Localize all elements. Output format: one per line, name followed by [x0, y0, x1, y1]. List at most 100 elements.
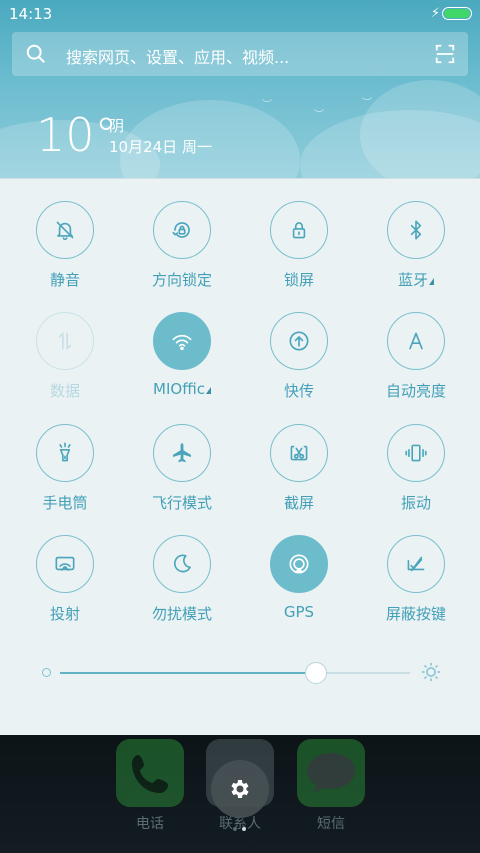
battery-level [444, 9, 470, 18]
brightness-fill [60, 672, 316, 674]
toggle-button[interactable] [270, 312, 328, 370]
cast-icon [55, 556, 75, 571]
toggle-label: 蓝牙 [362, 269, 470, 290]
wifi-icon [172, 334, 192, 351]
toggle-label-text: 投射 [49, 605, 80, 623]
cloud-decoration [360, 80, 480, 180]
toggle-cast[interactable]: 投射 [11, 535, 121, 635]
temperature[interactable]: 10° [36, 108, 118, 162]
toggle-rotation-lock[interactable]: 方向锁定 [128, 201, 238, 301]
moon-icon [174, 554, 191, 573]
toggle-button[interactable] [270, 535, 328, 593]
toggle-label: 飞行模式 [128, 492, 236, 513]
message-app-label: 短信 [317, 816, 345, 832]
brightness-high-icon [421, 662, 441, 682]
toggle-label: 快传 [245, 380, 353, 401]
toggle-label-text: 截屏 [283, 494, 314, 512]
toggle-bluetooth[interactable]: 蓝牙 [362, 201, 472, 301]
toggle-mobile-data[interactable]: 数据 [11, 312, 121, 412]
toggle-vibrate[interactable]: 振动 [362, 424, 472, 524]
toggle-button[interactable] [153, 535, 211, 593]
gear-icon [231, 780, 249, 798]
search-icon [26, 44, 45, 63]
toggle-button[interactable] [36, 535, 94, 593]
quick-settings-panel: 静音 方向锁定 锁屏 蓝牙数据 MIOffic 快传 自动亮度手电筒 飞行模式 截屏 振动投射 勿扰… [0, 178, 480, 735]
bird-decoration: ︶ [314, 110, 324, 121]
bolt-icon: ⚡ [430, 6, 440, 21]
brightness-knob[interactable] [304, 662, 327, 684]
message-app-icon[interactable] [297, 739, 365, 807]
toggle-label: GPS [245, 603, 353, 621]
toggle-label: 静音 [11, 269, 119, 290]
toggle-block-keys[interactable]: 屏蔽按键 [362, 535, 472, 635]
toggle-gps[interactable]: GPS [245, 535, 355, 635]
toggle-auto-brightness[interactable]: 自动亮度 [362, 312, 472, 412]
battery-icon [442, 7, 472, 20]
toggle-label: 手电筒 [11, 492, 119, 513]
block-keys-icon [407, 556, 425, 572]
toggle-button[interactable] [36, 201, 94, 259]
toggle-button[interactable] [36, 424, 94, 482]
toggle-button[interactable] [387, 535, 445, 593]
mobile-data-icon [58, 332, 72, 350]
brightness-low-icon [42, 668, 51, 677]
toggle-label-text: 静音 [49, 271, 80, 289]
screenshot-icon [290, 445, 308, 461]
bluetooth-icon [410, 220, 422, 240]
settings-button[interactable] [211, 760, 269, 818]
toggle-label-text: 快传 [283, 382, 314, 400]
search-placeholder: 搜索网页、设置、应用、视频... [66, 48, 290, 67]
gps-icon [289, 554, 309, 574]
toggle-button[interactable] [387, 312, 445, 370]
toggle-button[interactable] [153, 312, 211, 370]
toggle-label-text: MIOffic [153, 380, 205, 398]
toggle-button[interactable] [270, 424, 328, 482]
phone-app-label: 电话 [136, 816, 164, 832]
toggle-button[interactable] [36, 312, 94, 370]
vibrate-icon [405, 444, 427, 462]
more-options-indicator[interactable] [205, 387, 211, 394]
search-bar[interactable]: 搜索网页、设置、应用、视频... [12, 32, 468, 76]
toggle-button[interactable] [153, 201, 211, 259]
weather-condition: 阴 [109, 117, 125, 135]
toggle-label: 自动亮度 [362, 380, 470, 401]
auto-brightness-icon [409, 332, 423, 350]
rotation-lock-icon [172, 222, 190, 238]
toggle-label-text: 锁屏 [283, 271, 314, 289]
page-indicator [233, 827, 247, 833]
toggle-label: 锁屏 [245, 269, 353, 290]
brightness-track[interactable] [60, 662, 410, 684]
toggle-button[interactable] [153, 424, 211, 482]
toggle-button[interactable] [270, 201, 328, 259]
toggle-label-text: 勿扰模式 [151, 605, 212, 623]
more-options-indicator[interactable] [429, 278, 434, 285]
toggle-airplane[interactable]: 飞行模式 [128, 424, 238, 524]
toggle-button[interactable] [387, 201, 445, 259]
toggle-label-text: 蓝牙 [397, 271, 428, 289]
bird-decoration: ︶ [262, 100, 272, 111]
toggle-label-text: 自动亮度 [385, 382, 446, 400]
toggle-flashlight[interactable]: 手电筒 [11, 424, 121, 524]
toggle-button[interactable] [387, 424, 445, 482]
status-bar: 14:13 ⚡ [0, 0, 480, 28]
toggle-label: 数据 [11, 380, 119, 401]
toggle-wifi[interactable]: MIOffic [128, 312, 238, 412]
brightness-slider[interactable] [40, 657, 441, 687]
status-time: 14:13 [9, 5, 53, 23]
toggle-quick-transfer[interactable]: 快传 [245, 312, 355, 412]
toggle-lock[interactable]: 锁屏 [245, 201, 355, 301]
page-dot-active [242, 827, 246, 831]
quick-transfer-icon [289, 331, 309, 351]
toggle-label-text: 飞行模式 [151, 494, 212, 512]
toggle-moon[interactable]: 勿扰模式 [128, 535, 238, 635]
toggle-label-text: GPS [283, 603, 315, 621]
lock-icon [292, 222, 306, 239]
scan-icon[interactable] [434, 43, 456, 65]
phone-app-icon[interactable] [116, 739, 184, 807]
toggle-screenshot[interactable]: 截屏 [245, 424, 355, 524]
toggle-mute-bell[interactable]: 静音 [11, 201, 121, 301]
toggle-label: MIOffic [128, 380, 236, 398]
toggle-label: 勿扰模式 [128, 603, 236, 624]
toggle-label-text: 手电筒 [42, 494, 88, 512]
toggle-label: 截屏 [245, 492, 353, 513]
